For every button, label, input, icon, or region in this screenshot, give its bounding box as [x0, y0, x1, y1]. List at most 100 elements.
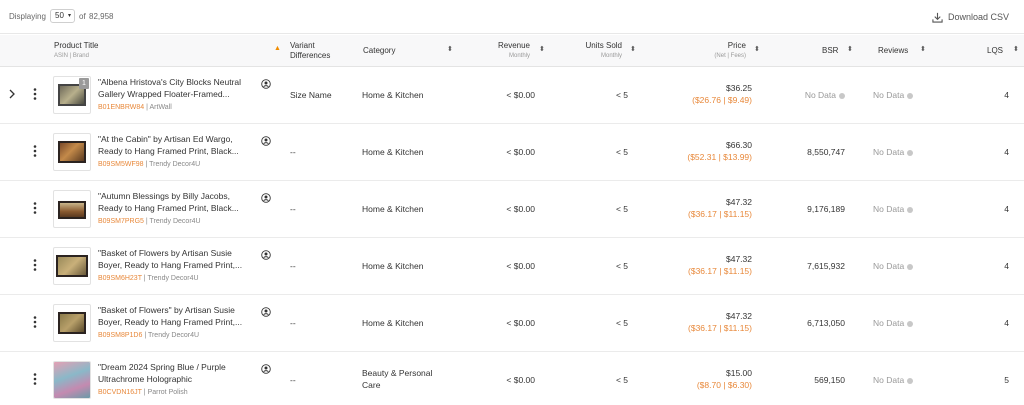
col-reviews[interactable]: Reviews	[878, 46, 908, 56]
price: $36.25	[726, 83, 752, 93]
reviews: No Data	[873, 318, 914, 328]
product-title[interactable]: "Basket of Flowers" by Artisan Susie Boy…	[98, 304, 256, 328]
page-size-select[interactable]: 50 ▾	[50, 9, 75, 23]
info-icon[interactable]	[839, 92, 845, 99]
table-row[interactable]: "Dream 2024 Spring Blue / Purple Ultrach…	[0, 352, 1024, 405]
units-sold: < 5	[615, 204, 628, 214]
col-price-sub: (Net | Fees)	[714, 53, 746, 59]
asin-brand: B01ENBRW84 | ArtWall	[98, 104, 172, 111]
bsr: 6,713,050	[807, 318, 845, 328]
product-title[interactable]: "Basket of Flowers by Artisan Susie Boye…	[98, 247, 256, 271]
variant-differences: --	[290, 261, 296, 271]
price-cell: $47.32 ($36.17 | $11.15)	[688, 311, 752, 333]
fees: $11.15)	[723, 323, 752, 333]
col-revenue[interactable]: Revenue Monthly	[498, 41, 530, 61]
units-sold: < 5	[615, 318, 628, 328]
user-circle-icon[interactable]	[261, 193, 271, 203]
fees: $9.49)	[727, 95, 752, 105]
asin-link[interactable]: B09SM7PRG5	[98, 218, 144, 225]
more-vertical-icon[interactable]	[32, 315, 38, 329]
table-header: Product Title ASIN | Brand ▲ Variant Dif…	[0, 35, 1024, 67]
product-thumbnail[interactable]: 1	[53, 76, 91, 114]
category: Home & Kitchen	[362, 147, 424, 157]
total-count: 82,958	[89, 12, 114, 21]
product-title[interactable]: "Autumn Blessings by Billy Jacobs, Ready…	[98, 190, 256, 214]
variant-differences: --	[290, 147, 296, 157]
info-icon[interactable]	[907, 377, 914, 384]
bsr-value: No Data	[804, 90, 836, 100]
more-vertical-icon[interactable]	[32, 144, 38, 158]
page-size-value: 50	[55, 11, 64, 20]
price: $47.32	[726, 197, 752, 207]
fees: $6.30)	[727, 380, 752, 390]
more-vertical-icon[interactable]	[32, 258, 38, 272]
chevron-right-icon[interactable]	[8, 88, 16, 100]
user-circle-icon[interactable]	[261, 250, 271, 260]
units-sold: < 5	[615, 90, 628, 100]
table-row[interactable]: "Basket of Flowers" by Artisan Susie Boy…	[0, 295, 1024, 352]
col-variant[interactable]: Variant Differences	[290, 41, 330, 61]
asin-link[interactable]: B09SM6H23T	[98, 275, 142, 282]
product-thumbnail[interactable]	[53, 133, 91, 171]
user-circle-icon[interactable]	[261, 364, 271, 374]
download-csv-button[interactable]: Download CSV	[932, 10, 1009, 24]
col-product-sub: ASIN | Brand	[54, 53, 89, 59]
more-vertical-icon[interactable]	[32, 87, 38, 101]
asin-link[interactable]: B0CVDN16JT	[98, 389, 142, 396]
revenue: < $0.00	[506, 375, 535, 385]
lqs: 4	[1004, 147, 1009, 157]
sort-icon[interactable]: ⬍	[539, 45, 545, 53]
brand-name: ArtWall	[149, 104, 172, 111]
user-circle-icon[interactable]	[261, 79, 271, 89]
sort-icon[interactable]: ⬍	[630, 45, 636, 53]
variant-count-badge: 1	[79, 78, 89, 89]
product-thumbnail[interactable]	[53, 190, 91, 228]
info-icon[interactable]	[907, 149, 914, 156]
product-title[interactable]: "At the Cabin" by Artisan Ed Wargo, Read…	[98, 133, 256, 157]
product-thumbnail[interactable]	[53, 304, 91, 342]
col-product-title[interactable]: Product Title ASIN | Brand	[54, 41, 98, 61]
sort-icon[interactable]: ⬍	[754, 45, 760, 53]
info-icon[interactable]	[907, 320, 914, 327]
bsr: 7,615,932	[807, 261, 845, 271]
bsr: 569,150	[814, 375, 845, 385]
product-image	[58, 312, 86, 334]
info-icon[interactable]	[907, 92, 914, 99]
table-row[interactable]: "Autumn Blessings by Billy Jacobs, Ready…	[0, 181, 1024, 238]
asin-brand: B09SM6H23T | Trendy Decor4U	[98, 275, 199, 282]
user-circle-icon[interactable]	[261, 136, 271, 146]
sort-icon[interactable]: ⬍	[920, 45, 926, 53]
net-price: ($36.17	[688, 323, 717, 333]
product-title[interactable]: "Albena Hristova's City Blocks Neutral G…	[98, 76, 256, 100]
table-row[interactable]: 1 "Albena Hristova's City Blocks Neutral…	[0, 67, 1024, 124]
sort-icon[interactable]: ⬍	[847, 45, 853, 53]
info-icon[interactable]	[907, 206, 914, 213]
col-lqs[interactable]: LQS	[987, 46, 1003, 56]
brand-name: Trendy Decor4U	[149, 218, 201, 225]
table-row[interactable]: "At the Cabin" by Artisan Ed Wargo, Read…	[0, 124, 1024, 181]
col-revenue-sub: Monthly	[508, 53, 530, 59]
col-category[interactable]: Category	[363, 46, 395, 56]
net-price: ($36.17	[688, 266, 717, 276]
sort-icon[interactable]: ⬍	[1013, 45, 1019, 53]
product-title[interactable]: "Dream 2024 Spring Blue / Purple Ultrach…	[98, 361, 256, 385]
category: Home & Kitchen	[362, 261, 424, 271]
col-units[interactable]: Units Sold Monthly	[586, 41, 622, 61]
col-bsr[interactable]: BSR	[822, 46, 838, 56]
col-category-label: Category	[363, 46, 396, 55]
product-thumbnail[interactable]	[53, 361, 91, 399]
col-revenue-label: Revenue	[497, 41, 530, 50]
sort-asc-icon[interactable]: ▲	[274, 45, 281, 52]
more-vertical-icon[interactable]	[32, 372, 38, 386]
asin-link[interactable]: B01ENBRW84	[98, 104, 144, 111]
sort-icon[interactable]: ⬍	[447, 45, 453, 53]
info-icon[interactable]	[907, 263, 914, 270]
more-vertical-icon[interactable]	[32, 201, 38, 215]
col-price[interactable]: Price (Net | Fees)	[714, 41, 746, 61]
asin-link[interactable]: B09SM8P1D6	[98, 332, 142, 339]
user-circle-icon[interactable]	[261, 307, 271, 317]
lqs: 4	[1004, 90, 1009, 100]
product-thumbnail[interactable]	[53, 247, 91, 285]
table-row[interactable]: "Basket of Flowers by Artisan Susie Boye…	[0, 238, 1024, 295]
asin-link[interactable]: B09SM5WF98	[98, 161, 144, 168]
